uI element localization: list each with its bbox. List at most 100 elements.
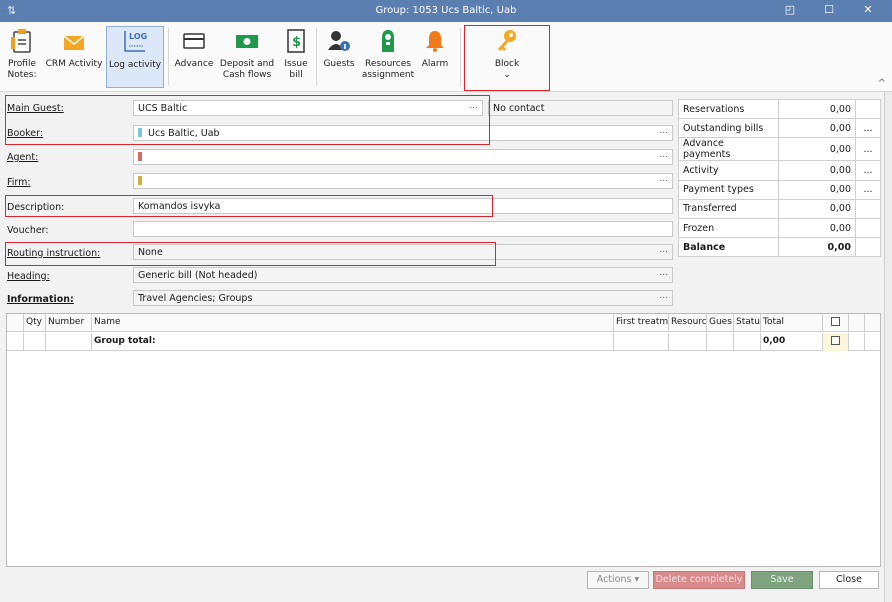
summary-row-activity: Activity 0,00... <box>678 160 881 181</box>
summary-row-reservations: Reservations 0,00 <box>678 98 881 120</box>
close-window-button[interactable]: ✕ <box>858 3 878 19</box>
summary-row-transferred: Transferred 0,00 <box>678 198 881 219</box>
ribbon-separator <box>316 28 317 86</box>
table-row-group-total[interactable]: Group total: 0,00 <box>7 333 880 351</box>
actions-label: Actions <box>596 574 632 585</box>
col-header-status[interactable]: Statu <box>734 314 761 332</box>
col-header-number[interactable]: Number <box>46 314 92 332</box>
bills-grid[interactable]: Qty Number Name First treatm Resourc Gue… <box>6 313 881 567</box>
col-header-qty[interactable]: Qty <box>24 314 46 332</box>
summary-more <box>855 217 881 239</box>
routing-instruction-field[interactable]: None ... <box>133 244 673 260</box>
heading-field[interactable]: Generic bill (Not headed) ... <box>133 267 673 283</box>
firm-label[interactable]: Firm: <box>7 177 31 188</box>
maximize-window-button[interactable]: ☐ <box>819 3 839 19</box>
block-button[interactable]: Block ⌄ <box>470 26 544 88</box>
issue-bill-button[interactable]: $ Issue bill <box>280 26 312 88</box>
summary-value: 0,00 <box>778 217 856 239</box>
profile-notes-button[interactable]: Profile Notes: <box>4 26 40 88</box>
col-header-extra <box>865 314 880 332</box>
information-label[interactable]: Information: <box>7 294 74 305</box>
description-value: Komandos isvyka <box>138 201 221 212</box>
col-header-total[interactable]: Total <box>761 314 823 332</box>
description-label: Description: <box>7 202 65 213</box>
summary-value: 0,00 <box>778 160 856 181</box>
guest-info-icon <box>328 31 350 51</box>
summary-value: 0,00 <box>778 179 856 200</box>
agent-field[interactable]: ... <box>133 149 673 165</box>
summary-label: Activity <box>678 160 779 181</box>
resources-label-1: Resources <box>365 59 411 69</box>
summary-label: Outstanding bills <box>678 118 779 139</box>
summary-row-outstanding-bills: Outstanding bills 0,00... <box>678 118 881 139</box>
save-button[interactable]: Save <box>751 571 813 589</box>
summary-value: 0,00 <box>778 98 856 120</box>
booker-value: Ucs Baltic, Uab <box>148 128 220 139</box>
grid-cell <box>614 333 669 351</box>
heading-label[interactable]: Heading: <box>7 271 50 282</box>
voucher-input[interactable] <box>133 221 673 237</box>
summary-more <box>855 198 881 219</box>
summary-label: Frozen <box>678 217 779 239</box>
close-button[interactable]: Close <box>819 571 879 589</box>
routing-value: None <box>138 247 163 258</box>
advance-button[interactable]: Advance <box>172 26 216 88</box>
main-guest-field[interactable]: UCS Baltic ... <box>133 100 483 116</box>
agent-ellipsis-button[interactable]: ... <box>659 150 668 160</box>
collapse-ribbon-icon[interactable]: ^ <box>878 78 886 89</box>
alarm-button[interactable]: Alarm <box>418 26 452 88</box>
restore-window-button[interactable]: ◰ <box>780 3 800 19</box>
booker-label[interactable]: Booker: <box>7 128 43 139</box>
alarm-label: Alarm <box>421 59 449 69</box>
booker-ellipsis-button[interactable]: ... <box>659 126 668 136</box>
group-total-value: 0,00 <box>761 333 823 351</box>
guests-button[interactable]: Guests <box>320 26 358 88</box>
main-guest-label[interactable]: Main Guest: <box>7 103 64 114</box>
profile-notes-label-1: Profile <box>8 59 36 69</box>
firm-field[interactable]: ... <box>133 173 673 189</box>
door-hanger-icon <box>382 30 394 52</box>
col-header-resource[interactable]: Resourc <box>669 314 707 332</box>
row-checkbox[interactable] <box>831 336 840 345</box>
grid-header: Qty Number Name First treatm Resourc Gue… <box>7 314 880 332</box>
heading-ellipsis-button[interactable]: ... <box>659 268 668 278</box>
log-icon-text: LOG <box>129 32 147 41</box>
log-activity-button[interactable]: LOG Log activity <box>106 26 164 88</box>
actions-dropdown-button[interactable]: Actions ▾ <box>587 571 649 589</box>
summary-value: 0,00 <box>778 118 856 139</box>
booker-field[interactable]: Ucs Baltic, Uab ... <box>133 125 673 141</box>
information-field[interactable]: Travel Agencies; Groups ... <box>133 290 673 306</box>
routing-instruction-label[interactable]: Routing instruction: <box>7 248 100 259</box>
delete-completely-button[interactable]: Delete completely <box>653 571 745 589</box>
agent-label[interactable]: Agent: <box>7 152 38 163</box>
advance-payments-ellipsis-button[interactable]: ... <box>855 137 881 162</box>
profile-notes-label-2: Notes: <box>7 70 37 80</box>
crm-activity-label: CRM Activity <box>45 59 103 69</box>
col-header-extra <box>849 314 865 332</box>
summary-label: Advance payments <box>678 137 779 162</box>
summary-more <box>855 237 881 258</box>
group-total-label: Group total: <box>92 333 614 351</box>
description-input[interactable]: Komandos isvyka <box>133 198 673 214</box>
activity-ellipsis-button[interactable]: ... <box>855 160 881 181</box>
deposit-cash-flows-button[interactable]: Deposit and Cash flows <box>218 26 276 88</box>
firm-ellipsis-button[interactable]: ... <box>659 174 668 184</box>
outstanding-bills-ellipsis-button[interactable]: ... <box>855 118 881 139</box>
dollar-bill-icon: $ <box>287 29 305 53</box>
crm-activity-button[interactable]: CRM Activity <box>44 26 104 88</box>
heading-value: Generic bill (Not headed) <box>138 270 258 281</box>
col-header-guest[interactable]: Gues <box>707 314 734 332</box>
col-header-name[interactable]: Name <box>92 314 614 332</box>
resources-assignment-button[interactable]: Resources assignment <box>360 26 416 88</box>
col-header-first-treatment[interactable]: First treatm <box>614 314 669 332</box>
main-guest-value: UCS Baltic <box>138 103 188 114</box>
payment-types-ellipsis-button[interactable]: ... <box>855 179 881 200</box>
main-guest-ellipsis-button[interactable]: ... <box>469 101 478 111</box>
information-ellipsis-button[interactable]: ... <box>659 291 668 301</box>
advance-label: Advance <box>174 59 214 69</box>
log-activity-label: Log activity <box>108 60 162 70</box>
routing-ellipsis-button[interactable]: ... <box>659 245 668 255</box>
select-all-checkbox[interactable] <box>831 317 840 326</box>
deposit-label-2: Cash flows <box>222 70 272 80</box>
block-dropdown-icon: ⌄ <box>503 70 511 80</box>
